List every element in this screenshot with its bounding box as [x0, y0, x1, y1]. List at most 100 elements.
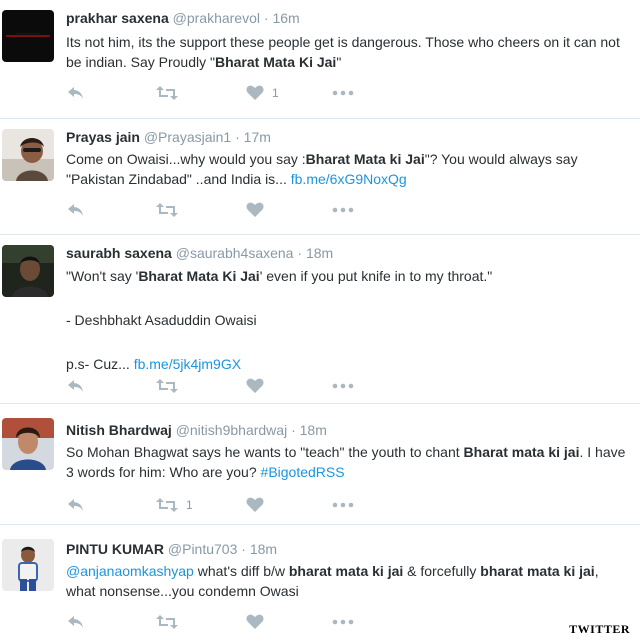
more-dots-icon [332, 502, 354, 508]
reply-button[interactable] [66, 84, 86, 102]
tweet-text-segment: "Won't say ' [66, 268, 139, 284]
tweet: saurabh saxena @saurabh4saxena · 18m "Wo… [0, 235, 640, 403]
tweet-text-segment: " [336, 54, 342, 70]
tweet-timestamp[interactable]: 18m [306, 245, 333, 261]
avatar[interactable] [2, 129, 54, 181]
tweet-line [66, 287, 631, 309]
like-button[interactable]: 1 [246, 84, 279, 102]
highlighted-keyword: bharat mata ki jai [288, 563, 404, 579]
url-link[interactable]: fb.me/6xG9NoxQg [291, 171, 407, 187]
retweet-icon [156, 497, 178, 513]
highlighted-keyword: Bharat Mata Ki Jai [214, 54, 337, 70]
tweet-line: p.s- Cuz... fb.me/5jk4jm9GX [66, 353, 631, 375]
more-button[interactable] [332, 84, 354, 102]
tweet-actions: 1 [66, 84, 396, 102]
reply-button[interactable] [66, 201, 86, 219]
tweet-text: Come on Owaisi...why would you say :Bhar… [66, 149, 631, 189]
retweet-count: 1 [186, 498, 193, 512]
tweet-line [66, 331, 631, 353]
separator-dot: · [237, 541, 250, 557]
display-name[interactable]: Nitish Bhardwaj [66, 422, 172, 438]
heart-icon [246, 378, 264, 394]
tweet-text-segment: p.s- Cuz... [66, 356, 134, 372]
tweet-timestamp[interactable]: 18m [250, 541, 277, 557]
tweet: Nitish Bhardwaj @nitish9bhardwaj · 18m S… [0, 404, 640, 524]
tweet-line: So Mohan Bhagwat says he wants to "teach… [66, 442, 631, 482]
display-name[interactable]: Prayas jain [66, 129, 140, 145]
highlighted-keyword: Bharat Mata ki Jai [305, 151, 425, 167]
like-count: 1 [272, 86, 279, 100]
highlighted-keyword: Bharat Mata Ki Jai [138, 268, 260, 284]
tweet-header: prakhar saxena @prakharevol · 16m [66, 10, 300, 26]
separator-dot: · [260, 10, 273, 26]
user-handle[interactable]: @saurabh4saxena [176, 245, 294, 261]
display-name[interactable]: prakhar saxena [66, 10, 169, 26]
tweet-actions [66, 377, 396, 395]
tweet-text-segment: & forcefully [403, 563, 481, 579]
reply-arrow-icon [66, 378, 86, 394]
tweet-actions: 1 [66, 496, 396, 514]
like-button[interactable] [246, 496, 264, 514]
like-button[interactable] [246, 201, 264, 219]
tweet-timestamp[interactable]: 16m [272, 10, 299, 26]
highlighted-keyword: bharat mata ki jai [480, 563, 595, 579]
tweet-text-segment: Come on Owaisi...why would you say : [66, 151, 306, 167]
tweet-header: Nitish Bhardwaj @nitish9bhardwaj · 18m [66, 422, 327, 438]
tweet-text: So Mohan Bhagwat says he wants to "teach… [66, 442, 631, 482]
user-handle[interactable]: @Prayasjain1 [144, 129, 231, 145]
retweet-button[interactable]: 1 [156, 496, 193, 514]
tweet: Prayas jain @Prayasjain1 · 17m Come on O… [0, 119, 640, 234]
user-handle[interactable]: @prakharevol [173, 10, 260, 26]
mention-link[interactable]: @anjanaomkashyap [66, 563, 194, 579]
tweet-text-segment: ' even if you put knife in to my throat.… [259, 268, 493, 284]
avatar[interactable] [2, 418, 54, 470]
tweet-text-segment: Its not him, its the support these peopl… [66, 34, 620, 70]
tweet-line: Its not him, its the support these peopl… [66, 32, 631, 72]
more-button[interactable] [332, 201, 354, 219]
reply-arrow-icon [66, 202, 86, 218]
more-dots-icon [332, 619, 354, 625]
tweet-timestamp[interactable]: 18m [300, 422, 327, 438]
separator-dot: · [231, 129, 244, 145]
avatar[interactable] [2, 245, 54, 297]
retweet-icon [156, 378, 178, 394]
user-handle[interactable]: @nitish9bhardwaj [176, 422, 288, 438]
retweet-button[interactable] [156, 201, 178, 219]
highlighted-keyword: Bharat mata ki jai [463, 444, 580, 460]
hashtag-link[interactable]: #BigotedRSS [261, 464, 345, 480]
tweet-line: Come on Owaisi...why would you say :Bhar… [66, 149, 631, 189]
tweet-text: @anjanaomkashyap what's diff b/w bharat … [66, 561, 631, 601]
reply-arrow-icon [66, 497, 86, 513]
tweet-text-segment: So Mohan Bhagwat says he wants to "teach… [66, 444, 464, 460]
retweet-button[interactable] [156, 84, 178, 102]
retweet-icon [156, 614, 178, 630]
more-button[interactable] [332, 496, 354, 514]
tweet-header: saurabh saxena @saurabh4saxena · 18m [66, 245, 333, 261]
display-name[interactable]: PINTU KUMAR [66, 541, 164, 557]
like-button[interactable] [246, 377, 264, 395]
retweet-button[interactable] [156, 377, 178, 395]
reply-button[interactable] [66, 496, 86, 514]
more-button[interactable] [332, 613, 354, 631]
avatar[interactable] [2, 10, 54, 62]
tweet-text: Its not him, its the support these peopl… [66, 32, 631, 72]
reply-button[interactable] [66, 377, 86, 395]
tweet-line: @anjanaomkashyap what's diff b/w bharat … [66, 561, 631, 601]
tweet-text: "Won't say 'Bharat Mata Ki Jai' even if … [66, 265, 631, 375]
separator-dot: · [293, 245, 306, 261]
more-button[interactable] [332, 377, 354, 395]
user-handle[interactable]: @Pintu703 [168, 541, 237, 557]
like-button[interactable] [246, 613, 264, 631]
heart-icon [246, 614, 264, 630]
tweet-line: "Won't say 'Bharat Mata Ki Jai' even if … [66, 265, 631, 287]
retweet-icon [156, 85, 178, 101]
url-link[interactable]: fb.me/5jk4jm9GX [134, 356, 241, 372]
more-dots-icon [332, 383, 354, 389]
reply-button[interactable] [66, 613, 86, 631]
display-name[interactable]: saurabh saxena [66, 245, 172, 261]
retweet-button[interactable] [156, 613, 178, 631]
tweet-actions [66, 613, 396, 631]
tweet-timestamp[interactable]: 17m [244, 129, 271, 145]
avatar[interactable] [2, 539, 54, 591]
tweet-actions [66, 201, 396, 219]
